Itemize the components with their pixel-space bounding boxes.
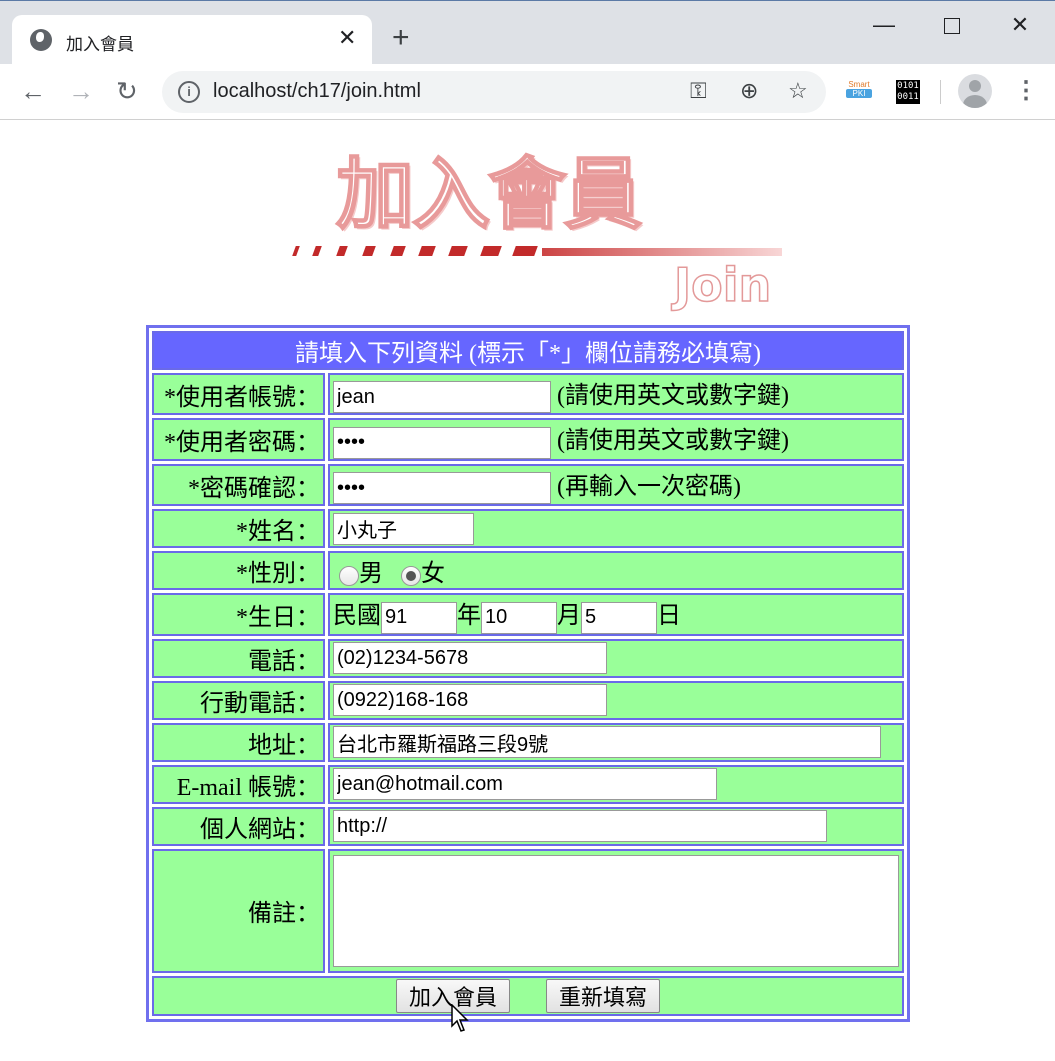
smart-pki-extension-icon[interactable]: Smart PKI <box>846 80 872 104</box>
new-tab-button[interactable]: + <box>392 23 410 53</box>
mobile-input[interactable] <box>333 684 607 717</box>
gender-female-label: 女 <box>421 561 445 588</box>
menu-dots-icon[interactable]: ⋮ <box>1014 76 1038 106</box>
name-label: *姓名： <box>152 509 325 549</box>
website-input[interactable] <box>333 810 827 843</box>
birth-month-unit: 月 <box>557 603 581 630</box>
zoom-icon[interactable]: ⊕ <box>740 78 758 104</box>
reset-button[interactable]: 重新填寫 <box>546 978 661 1013</box>
mouse-cursor-icon <box>451 1004 469 1032</box>
title-bar: 加入會員 ✕ + — ✕ <box>0 0 1055 66</box>
memo-label: 備註： <box>152 848 325 973</box>
gender-label: *性別： <box>152 551 325 591</box>
reload-icon[interactable]: ↻ <box>116 76 138 106</box>
birth-month-input[interactable] <box>481 601 557 634</box>
password-hint: (請使用英文或數字鍵) <box>557 428 789 455</box>
profile-avatar-icon[interactable] <box>958 74 992 108</box>
banner-title: 加入會員 <box>335 149 643 241</box>
password-input[interactable] <box>333 426 551 459</box>
confirm-password-label: *密碼確認： <box>152 463 325 507</box>
address-input[interactable] <box>333 726 881 759</box>
mobile-label: 行動電話： <box>152 680 325 720</box>
globe-icon <box>30 29 52 51</box>
toolbar-divider <box>940 80 941 104</box>
birth-year-input[interactable] <box>381 601 457 634</box>
birth-day-unit: 日 <box>657 603 681 630</box>
email-input[interactable] <box>333 768 717 801</box>
birth-year-unit: 年 <box>457 603 481 630</box>
username-input[interactable] <box>333 381 551 414</box>
gender-male-label: 男 <box>359 561 383 588</box>
browser-tab[interactable]: 加入會員 ✕ <box>12 15 372 66</box>
tab-title: 加入會員 <box>66 35 134 54</box>
gender-male-radio[interactable] <box>339 565 359 586</box>
username-label: *使用者帳號： <box>152 373 325 416</box>
name-input[interactable] <box>333 512 474 545</box>
website-label: 個人網站： <box>152 806 325 846</box>
username-hint: (請使用英文或數字鍵) <box>557 383 789 409</box>
birth-day-input[interactable] <box>581 601 657 634</box>
info-icon[interactable]: i <box>178 81 200 103</box>
maximize-icon <box>944 18 960 35</box>
banner-subtitle: Join <box>673 257 772 313</box>
birthday-era-label: 民國 <box>333 603 381 630</box>
form-header: 請填入下列資料 (標示「*」欄位請務必填寫) <box>152 331 904 370</box>
back-arrow-icon[interactable]: ← <box>20 76 46 106</box>
memo-textarea[interactable] <box>333 854 899 967</box>
tab-close-icon[interactable]: ✕ <box>338 25 356 51</box>
address-bar[interactable]: i localhost/ch17/join.html ⚿ ⊕ ☆ <box>162 71 826 113</box>
join-banner: 加入會員 Join <box>280 128 790 318</box>
maximize-button[interactable] <box>922 7 982 43</box>
minimize-button[interactable]: — <box>854 7 914 43</box>
confirm-password-input[interactable] <box>333 472 551 505</box>
forward-arrow-icon[interactable]: → <box>68 76 94 106</box>
password-label: *使用者密碼： <box>152 418 325 461</box>
binary-extension-icon[interactable]: 0101 0011 <box>896 80 920 104</box>
confirm-password-hint: (再輸入一次密碼) <box>557 473 741 500</box>
window-close-button[interactable]: ✕ <box>990 7 1050 43</box>
phone-input[interactable] <box>333 642 607 675</box>
phone-label: 電話： <box>152 638 325 678</box>
url-text[interactable]: localhost/ch17/join.html <box>213 80 421 103</box>
bookmark-star-icon[interactable]: ☆ <box>788 78 808 104</box>
browser-toolbar: ← → ↻ i localhost/ch17/join.html ⚿ ⊕ ☆ S… <box>0 64 1055 120</box>
email-label: E-mail 帳號： <box>152 764 325 804</box>
gender-female-radio[interactable] <box>401 565 421 586</box>
birthday-label: *生日： <box>152 593 325 636</box>
address-label: 地址： <box>152 722 325 762</box>
key-icon[interactable]: ⚿ <box>690 78 707 104</box>
join-form: 請填入下列資料 (標示「*」欄位請務必填寫) *使用者帳號： (請使用英文或數字… <box>146 325 910 1022</box>
